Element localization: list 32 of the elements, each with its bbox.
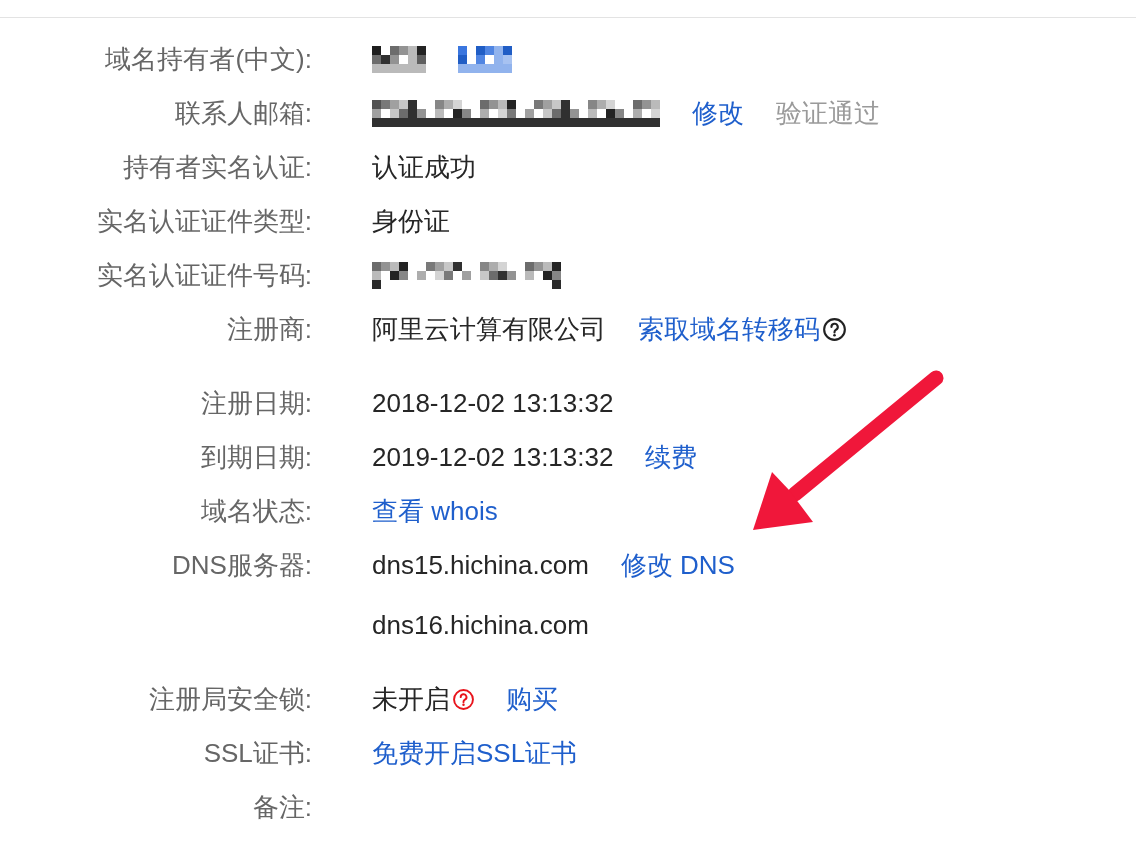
status-text: 验证通过 [776, 96, 880, 130]
text-link[interactable]: 购买 [506, 679, 558, 719]
field-label: 注册局安全锁: [148, 682, 312, 716]
text-link[interactable]: 修改 DNS [620, 545, 735, 585]
field-label: 域名状态: [200, 494, 312, 528]
pixelated-redaction [458, 45, 512, 73]
field-label: 实名认证证件号码: [96, 258, 312, 292]
field-value: 阿里云计算有限公司 [372, 312, 606, 346]
field-label: 持有者实名认证: [122, 150, 312, 184]
field-label: 域名持有者(中文): [105, 42, 312, 76]
field-value: 认证成功 [372, 150, 476, 184]
text-link[interactable]: 续费 [645, 437, 698, 477]
field-label: SSL证书: [203, 736, 312, 770]
pixelated-redaction [372, 45, 426, 73]
field-value: dns15.hichina.com [372, 548, 589, 582]
field-label: 实名认证证件类型: [96, 204, 312, 238]
field-value: 未开启 [372, 682, 450, 716]
field-label: 注册日期: [200, 386, 312, 420]
text-link[interactable]: 索取域名转移码 [638, 309, 820, 349]
field-label: 注册商: [226, 312, 312, 346]
text-link[interactable]: 修改 [692, 93, 744, 133]
field-label: 备注: [252, 790, 312, 824]
field-label: DNS服务器: [171, 548, 312, 582]
field-label: 联系人邮箱: [174, 96, 312, 130]
text-link[interactable]: 免费开启SSL证书 [372, 733, 578, 773]
field-value: 2019-12-02 13:13:32 [372, 440, 614, 474]
field-value: 身份证 [372, 204, 450, 238]
field-label: 到期日期: [200, 440, 312, 474]
help-icon[interactable] [823, 317, 846, 341]
text-link[interactable]: 查看 whois [372, 491, 498, 531]
field-value: 2018-12-02 13:13:32 [372, 386, 614, 420]
field-value: dns16.hichina.com [372, 608, 589, 642]
